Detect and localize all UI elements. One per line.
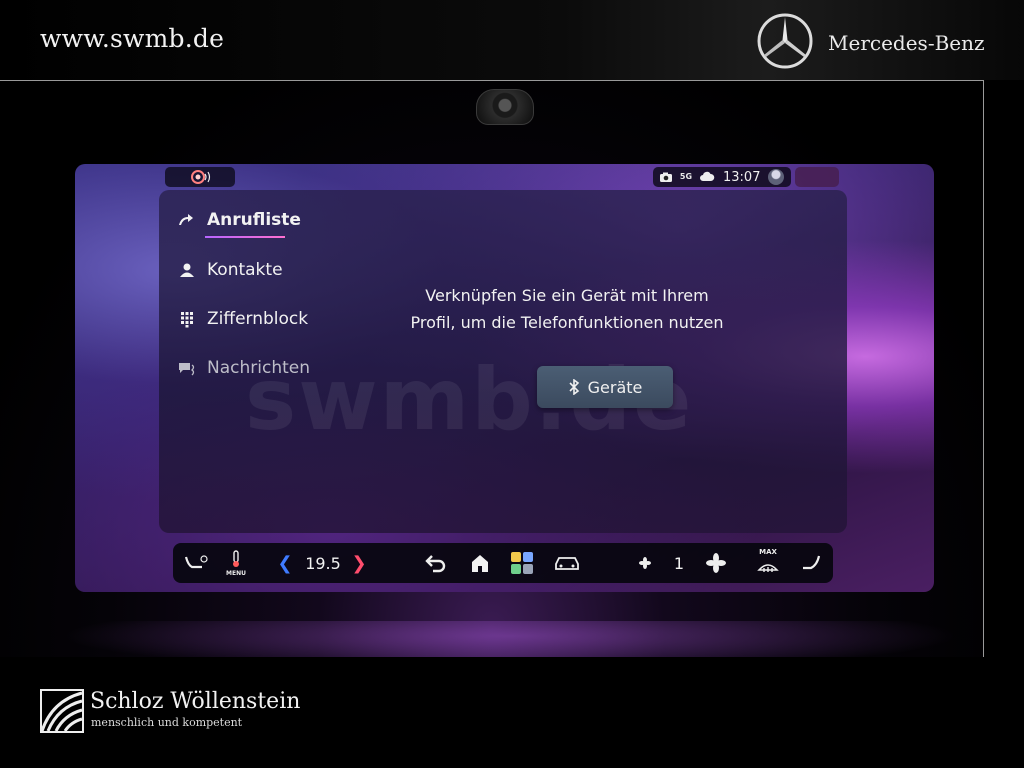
- menu-label: MENU: [226, 570, 246, 577]
- chevron-left-icon: ❮: [277, 552, 293, 574]
- climate-bar: MENU ❮ 19.5 ❯ 1 MAX: [173, 543, 833, 583]
- nav-label: Kontakte: [207, 260, 283, 280]
- nav-label: Ziffernblock: [207, 309, 309, 329]
- fan-decrease-button[interactable]: [635, 543, 655, 583]
- thermometer-icon: [233, 550, 239, 567]
- chevron-right-icon: ❯: [351, 552, 367, 574]
- dashboard-photo: 5G 13:07 swmb.de Anrufliste Kontakte Zif…: [0, 80, 984, 658]
- seat-heating-button[interactable]: [179, 543, 213, 583]
- passenger-seat-button[interactable]: [795, 543, 827, 583]
- seat-icon: [803, 555, 821, 570]
- fan-small-icon: [639, 557, 651, 569]
- devices-button[interactable]: Geräte: [537, 366, 673, 408]
- nav-label: Anrufliste: [207, 210, 301, 230]
- media-thumbnail[interactable]: [795, 167, 839, 187]
- fan-increase-button[interactable]: [701, 543, 731, 583]
- devices-button-label: Geräte: [587, 377, 643, 397]
- fan-level: 1: [673, 553, 685, 573]
- home-icon: [472, 555, 488, 572]
- mercedes-star-logo: [757, 13, 813, 69]
- voice-assistant-button[interactable]: [165, 167, 235, 187]
- car-icon: [555, 557, 579, 570]
- nav-kontakte[interactable]: Kontakte: [177, 260, 283, 280]
- nav-anrufliste[interactable]: Anrufliste: [177, 210, 301, 230]
- active-tab-indicator: [205, 236, 285, 238]
- dealer-name: Schloz Wöllenstein: [90, 689, 301, 714]
- app-grid-icon: [511, 552, 533, 574]
- network-5g-icon: 5G: [679, 172, 693, 181]
- max-label: MAX: [759, 548, 777, 556]
- message-line-1: Verknüpfen Sie ein Gerät mit Ihrem: [425, 286, 709, 305]
- call-list-icon: [179, 214, 193, 225]
- temperature-value: 19.5: [305, 553, 341, 573]
- phone-panel: swmb.de Anrufliste Kontakte Ziffernblock…: [159, 190, 847, 533]
- keypad-icon: [181, 312, 193, 328]
- camera-icon: [476, 89, 534, 125]
- bezel-glow: [60, 621, 960, 657]
- max-defrost-button[interactable]: MAX: [753, 543, 783, 583]
- apps-button[interactable]: [505, 543, 539, 583]
- clock: 13:07: [723, 169, 761, 185]
- vehicle-button[interactable]: [549, 543, 585, 583]
- defrost-icon: [757, 564, 779, 572]
- climate-menu-button[interactable]: MENU: [221, 543, 251, 583]
- nav-nachrichten[interactable]: Nachrichten: [177, 358, 310, 378]
- nav-label: Nachrichten: [207, 358, 310, 378]
- bluetooth-icon: [569, 379, 579, 395]
- temp-down-button[interactable]: ❮: [275, 543, 295, 583]
- brand-name: Mercedes-Benz: [828, 31, 985, 55]
- assistant-icon: [191, 170, 211, 184]
- temp-up-button[interactable]: ❯: [349, 543, 369, 583]
- fan-large-icon: [706, 553, 726, 573]
- camera-status-icon: [659, 170, 673, 184]
- message-line-2: Profil, um die Telefonfunktionen nutzen: [410, 313, 724, 332]
- cloud-sync-icon: [699, 170, 715, 184]
- contact-icon: [180, 263, 194, 277]
- status-bar: 5G 13:07: [653, 167, 791, 187]
- top-banner: www.swmb.de Mercedes-Benz: [0, 0, 1024, 80]
- dealer-logo: [40, 689, 84, 733]
- messages-icon: [179, 363, 195, 376]
- infotainment-screen: 5G 13:07 swmb.de Anrufliste Kontakte Zif…: [75, 164, 934, 592]
- nav-ziffernblock[interactable]: Ziffernblock: [177, 309, 308, 329]
- back-button[interactable]: [419, 543, 453, 583]
- back-arrow-icon: [425, 555, 446, 573]
- seat-heat-icon: [184, 555, 208, 569]
- profile-avatar[interactable]: [768, 169, 785, 185]
- dealer-slogan: menschlich und kompetent: [91, 716, 243, 729]
- home-button[interactable]: [463, 543, 497, 583]
- site-url[interactable]: www.swmb.de: [40, 24, 224, 53]
- connect-device-message: Verknüpfen Sie ein Gerät mit Ihrem Profi…: [407, 282, 727, 336]
